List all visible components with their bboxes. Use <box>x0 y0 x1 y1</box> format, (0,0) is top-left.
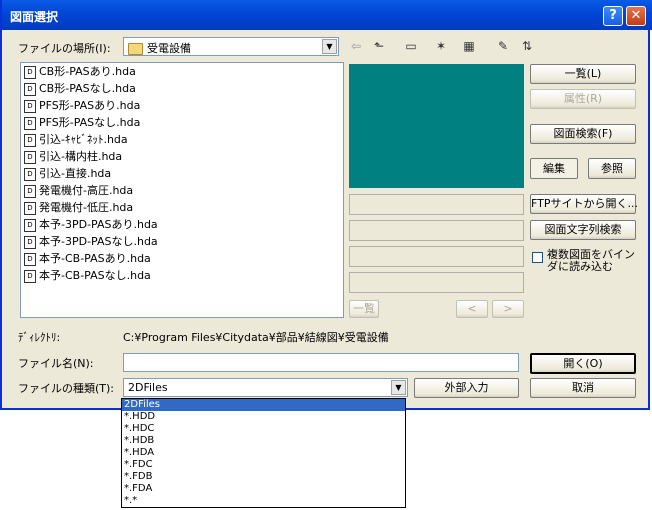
list-item[interactable]: D 本予-CB-PASなし.hda <box>21 267 343 284</box>
drawing-search-button[interactable]: 図面検索(F) <box>530 124 636 144</box>
file-icon: D <box>24 99 36 113</box>
location-label: ファイルの場所(I): <box>18 42 111 55</box>
next-button[interactable]: > <box>492 300 524 318</box>
back-arrow-icon[interactable]: ⇦ <box>347 37 365 55</box>
sort-icon[interactable]: ⇅ <box>518 37 536 55</box>
folder-icon <box>128 43 143 55</box>
dropdown-option[interactable]: *.FDB <box>122 471 405 483</box>
file-icon: D <box>24 218 36 232</box>
tools-icon[interactable]: ✎ <box>494 37 512 55</box>
file-icon: D <box>24 150 36 164</box>
list-item[interactable]: D 引込-直接.hda <box>21 165 343 182</box>
preview-field <box>349 272 524 293</box>
list-item[interactable]: D 発電機付-低圧.hda <box>21 199 343 216</box>
dropdown-option[interactable]: *.FDA <box>122 483 405 495</box>
list-item[interactable]: D PFS形-PASなし.hda <box>21 114 343 131</box>
preview-field <box>349 220 524 241</box>
close-button[interactable]: ✕ <box>626 6 646 26</box>
location-combo[interactable]: 受電設備 ▼ <box>123 37 339 56</box>
list-item[interactable]: D CB形-PASなし.hda <box>21 80 343 97</box>
list-item[interactable]: D 本予-3PD-PASなし.hda <box>21 233 343 250</box>
location-value: 受電設備 <box>147 42 191 55</box>
help-button[interactable]: ? <box>603 6 623 26</box>
prev-button[interactable]: < <box>456 300 488 318</box>
filetype-combo[interactable]: 2DFiles ▼ <box>123 378 408 397</box>
list-item[interactable]: D 発電機付-高圧.hda <box>21 182 343 199</box>
file-icon: D <box>24 82 36 96</box>
preview-pane <box>349 64 524 188</box>
chevron-down-icon[interactable]: ▼ <box>322 39 337 54</box>
preview-field <box>349 246 524 267</box>
file-icon: D <box>24 184 36 198</box>
dropdown-option[interactable]: *.HDC <box>122 423 405 435</box>
file-icon: D <box>24 116 36 130</box>
ftp-open-button[interactable]: FTPサイトから開く... <box>530 194 638 214</box>
file-icon: D <box>24 269 36 283</box>
window-title: 図面選択 <box>10 10 59 24</box>
directory-path: C:¥Program Files¥Citydata¥部品¥結線図¥受電設備 <box>123 331 389 344</box>
file-dialog: 図面選択 ? ✕ ファイルの場所(I): 受電設備 ▼ ⇦ ⬑ ▭ ✶ ▦ ✎ … <box>0 0 652 410</box>
preview-field <box>349 194 524 215</box>
filetype-dropdown[interactable]: 2DFiles *.HDD *.HDC *.HDB *.HDA *.FDC *.… <box>121 398 406 508</box>
view-menu-icon[interactable]: ▦ <box>460 37 478 55</box>
list-item[interactable]: D 引込-ｷｬﾋﾞﾈｯﾄ.hda <box>21 131 343 148</box>
file-list[interactable]: D CB形-PASあり.hda D CB形-PASなし.hda D PFS形-PASあ… <box>20 62 344 318</box>
title-bar: 図面選択 ? ✕ <box>2 0 652 30</box>
directory-label: ﾃﾞｨﾚｸﾄﾘ: <box>18 331 61 344</box>
dropdown-option[interactable]: *.* <box>122 495 405 507</box>
properties-button[interactable]: 属性(R) <box>530 89 636 109</box>
dropdown-option[interactable]: *.HDD <box>122 411 405 423</box>
desktop-icon[interactable]: ▭ <box>402 37 420 55</box>
edit-button[interactable]: 編集 <box>530 158 578 179</box>
list-item[interactable]: D PFS形-PASあり.hda <box>21 97 343 114</box>
list-button[interactable]: 一覧(L) <box>530 64 636 84</box>
filename-input[interactable] <box>123 353 519 372</box>
file-icon: D <box>24 252 36 266</box>
dropdown-option[interactable]: 2DFiles <box>122 399 405 411</box>
file-icon: D <box>24 133 36 147</box>
new-folder-icon[interactable]: ✶ <box>432 37 450 55</box>
up-folder-icon[interactable]: ⬑ <box>370 37 388 55</box>
list-item[interactable]: D 引込-構内柱.hda <box>21 148 343 165</box>
text-search-button[interactable]: 図面文字列検索 <box>530 220 636 240</box>
preview-list-button[interactable]: 一覧 <box>349 300 379 318</box>
dropdown-option[interactable]: *.FDC <box>122 459 405 471</box>
file-icon: D <box>24 65 36 79</box>
list-item[interactable]: D CB形-PASあり.hda <box>21 63 343 80</box>
list-item[interactable]: D 本予-3PD-PASあり.hda <box>21 216 343 233</box>
file-icon: D <box>24 201 36 215</box>
external-input-button[interactable]: 外部入力 <box>414 378 519 398</box>
dropdown-option[interactable]: *.HDA <box>122 447 405 459</box>
dropdown-option[interactable]: *.HDB <box>122 435 405 447</box>
reference-button[interactable]: 参照 <box>588 158 636 179</box>
binder-checkbox[interactable] <box>532 252 543 263</box>
filetype-value: 2DFiles <box>128 381 168 394</box>
chevron-down-icon[interactable]: ▼ <box>391 380 406 395</box>
file-icon: D <box>24 235 36 249</box>
filename-label: ファイル名(N): <box>18 357 94 370</box>
file-icon: D <box>24 167 36 181</box>
list-item[interactable]: D 本予-CB-PASあり.hda <box>21 250 343 267</box>
open-button[interactable]: 開く(O) <box>530 353 636 374</box>
cancel-button[interactable]: 取消 <box>530 378 636 398</box>
binder-checkbox-label: 複数図面をバインダに読み込む <box>547 248 635 273</box>
filetype-label: ファイルの種類(T): <box>18 382 115 395</box>
